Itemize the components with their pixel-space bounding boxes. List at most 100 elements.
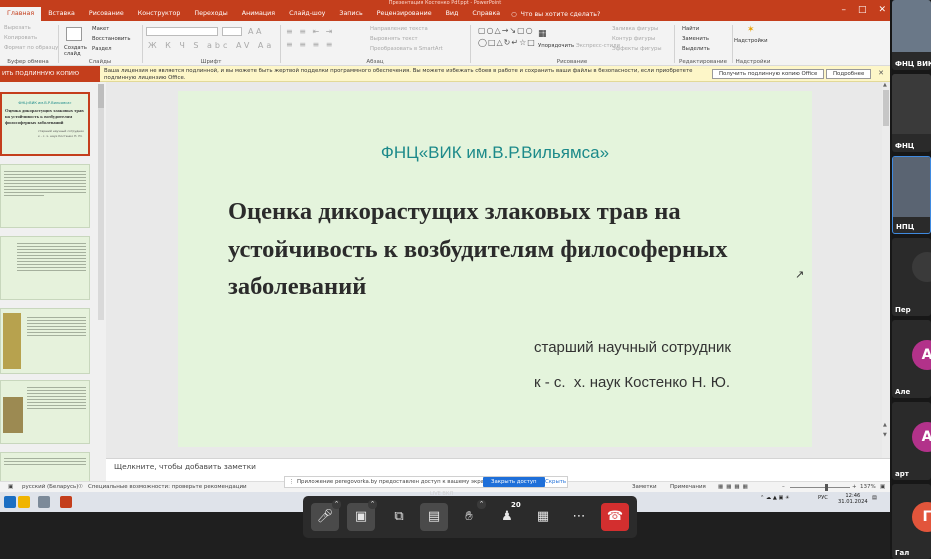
tab-design[interactable]: Конструктор [131, 7, 188, 21]
select-button[interactable]: Выделить [682, 46, 710, 52]
input-language[interactable]: РУС [818, 495, 828, 501]
thumbnail-slide-3[interactable] [0, 236, 90, 300]
thumbnail-slide-4[interactable] [0, 308, 90, 374]
screen-share-icon[interactable]: ⧉ [385, 503, 413, 531]
accessibility-status[interactable]: Специальные возможности: проверьте реком… [88, 482, 247, 492]
thumbnail-slide-6[interactable] [0, 452, 90, 482]
tab-slideshow[interactable]: Слайд-шоу [282, 7, 332, 21]
shape-outline-button[interactable]: Контур фигуры [612, 36, 655, 42]
reactions-chevron-icon[interactable]: ⌃ [477, 500, 486, 509]
browser-icon[interactable] [38, 496, 50, 508]
stop-sharing-button[interactable]: Закрыть доступ [483, 477, 545, 487]
tab-help[interactable]: Справка [465, 7, 507, 21]
format-painter-button[interactable]: Формат по образцу [4, 45, 58, 51]
addins-button[interactable]: Надстройки [734, 38, 768, 44]
notes-toggle[interactable]: Заметки [632, 482, 657, 492]
section-button[interactable]: Раздел [92, 46, 112, 52]
list-buttons[interactable]: ≡ ≡ ⇤ ⇥ [286, 27, 334, 36]
new-slide-icon[interactable] [66, 27, 82, 41]
shape-fill-button[interactable]: Заливка фигуры [612, 26, 658, 32]
tab-transitions[interactable]: Переходы [187, 7, 234, 21]
zoom-level[interactable]: 137% [860, 482, 876, 492]
paragraph-group: ≡ ≡ ⇤ ⇥ ≡ ≡ ≡ ≡ Направление текста Выров… [282, 21, 468, 66]
file-explorer-icon[interactable] [18, 496, 30, 508]
align-buttons[interactable]: ≡ ≡ ≡ ≡ [286, 40, 334, 49]
arrange-icon[interactable]: ▦ [538, 29, 547, 39]
powerpoint-taskbar-icon[interactable] [60, 496, 72, 508]
zoom-slider-knob[interactable] [825, 484, 828, 491]
font-size-select[interactable] [222, 27, 242, 36]
mic-options-chevron-icon[interactable]: ⌃ [332, 500, 341, 509]
participant-tile[interactable]: А Але [892, 320, 931, 398]
tab-review[interactable]: Рецензирование [370, 7, 439, 21]
font-family-select[interactable] [146, 27, 218, 36]
chat-icon[interactable]: ▤ [420, 503, 448, 531]
text-direction-button[interactable]: Направление текста [370, 26, 428, 32]
view-buttons[interactable]: ▦▦▦▦ [718, 482, 751, 492]
tell-me-search[interactable]: Что вы хотите сделать? [517, 11, 601, 18]
editor-scrollbar[interactable]: ▲ ▲ ▼ [882, 82, 890, 458]
align-text-button[interactable]: Выровнять текст [370, 36, 418, 42]
drag-handle-icon[interactable]: ⋮ [289, 477, 294, 487]
find-button[interactable]: Найти [682, 26, 699, 32]
participant-tile[interactable]: ФНЦ ВИК [892, 0, 931, 70]
font-style-buttons[interactable]: Ж К Ч S abc AV Aa [148, 41, 274, 50]
hide-banner-button[interactable]: Скрыть [545, 477, 566, 487]
get-genuine-button[interactable]: Получить подлинную копию Office [712, 69, 825, 79]
fit-slide-icon[interactable]: ▣ [880, 482, 885, 492]
spellcheck-icon[interactable]: ▣ [8, 482, 13, 492]
clock-date: 31.01.2024 [838, 499, 868, 505]
shapes-gallery[interactable]: ▢○△→↘▢○ [478, 26, 534, 35]
shape-effects-button[interactable]: Эффекты фигуры [612, 46, 662, 52]
apps-grid-icon[interactable]: ▦ [529, 503, 557, 531]
close-icon[interactable]: ✕ [878, 0, 886, 20]
reset-button[interactable]: Восстановить [92, 36, 131, 42]
notifications-icon[interactable]: ▤ [872, 495, 877, 501]
comments-toggle[interactable]: Примечания [670, 482, 706, 492]
windows-start-icon[interactable] [4, 496, 16, 508]
font-grow-icon[interactable]: A A [248, 27, 262, 36]
thumbnail-slide-2[interactable] [0, 164, 90, 228]
copy-button[interactable]: Копировать [4, 35, 37, 41]
maximize-icon[interactable]: □ [858, 0, 867, 20]
layout-button[interactable]: Макет [92, 26, 109, 32]
participant-tile[interactable]: А арт [892, 402, 931, 480]
zoom-out-icon[interactable]: – [782, 482, 785, 492]
notes-pane[interactable]: Щелкните, чтобы добавить заметки [106, 458, 890, 474]
accessibility-icon[interactable]: ☉ [78, 482, 83, 492]
thumbnail-photo [3, 313, 21, 369]
tab-insert[interactable]: Вставка [41, 7, 82, 21]
minimize-icon[interactable]: – [841, 0, 846, 20]
tab-draw[interactable]: Рисование [82, 7, 131, 21]
current-slide[interactable]: ФНЦ«ВИК им.В.Р.Вильямса» Оценка дикораст… [178, 91, 812, 447]
thumbnail-slide-5[interactable] [0, 380, 90, 444]
participant-tile[interactable]: НПЦ [892, 156, 931, 234]
language-indicator[interactable]: русский (Беларусь) [22, 482, 78, 492]
shapes-gallery-row2[interactable]: ◯□△↻↵☆□ [478, 38, 536, 47]
tab-record[interactable]: Запись [332, 7, 369, 21]
participant-tile[interactable]: ФНЦ [892, 74, 931, 152]
thumbnail-slide-1[interactable]: ФНЦ«ВИК им.В.Р.Вильямса» Оценка дикораст… [0, 92, 90, 156]
thumbnail-scrollbar[interactable] [98, 84, 104, 320]
cut-button[interactable]: Вырезать [4, 25, 31, 31]
participant-tile[interactable]: Г Гал [892, 484, 931, 559]
close-icon[interactable]: ✕ [878, 69, 884, 77]
zoom-slider[interactable] [790, 487, 850, 488]
arrange-button[interactable]: Упорядочить [538, 43, 574, 49]
tab-home[interactable]: Главная [0, 7, 42, 21]
tab-animations[interactable]: Анимация [235, 7, 282, 21]
more-options-icon[interactable]: ⋯ [565, 503, 593, 531]
participant-tile[interactable]: Пер [892, 238, 931, 316]
addins-icon[interactable]: ✶ [747, 25, 755, 35]
learn-more-button[interactable]: Подробнее [826, 69, 872, 79]
new-slide-button[interactable]: Создать слайд [64, 45, 90, 57]
zoom-in-icon[interactable]: + [852, 482, 857, 492]
camera-options-chevron-icon[interactable]: ⌃ [368, 500, 377, 509]
clock[interactable]: 12:46 31.01.2024 [838, 493, 868, 505]
system-tray-icons[interactable]: ⌃ ☁ ▲ ▣ ☀ [760, 495, 790, 501]
hang-up-icon[interactable]: ☎︎ [601, 503, 629, 531]
replace-button[interactable]: Заменить [682, 36, 709, 42]
font-label: Шрифт [200, 59, 222, 65]
tab-view[interactable]: Вид [439, 7, 466, 21]
smartart-button[interactable]: Преобразовать в SmartArt [370, 46, 443, 52]
